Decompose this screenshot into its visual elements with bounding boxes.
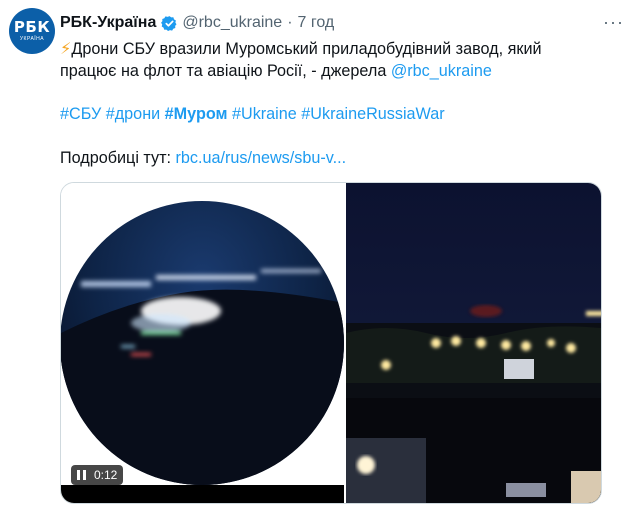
night-photo-image [346, 183, 601, 503]
mention-link[interactable]: @rbc_ukraine [391, 62, 492, 80]
tweet-header: РБК-Україна @rbc_ukraine · 7 год [60, 12, 334, 34]
user-handle[interactable]: @rbc_ukraine [182, 14, 282, 32]
hashtag-sbu[interactable]: #СБУ [60, 105, 101, 123]
hashtag-drony[interactable]: #дрони [106, 105, 160, 123]
details-line: Подробиці тут: rbc.ua/rus/news/sbu-v... [60, 147, 630, 170]
lightning-icon: ⚡ [60, 39, 72, 58]
hashtags: #СБУ #дрони #Муром #Ukraine #UkraineRuss… [60, 103, 630, 126]
hashtag-ukraine[interactable]: #Ukraine [232, 105, 297, 123]
tweet-text-part-1: Дрони СБУ вразили Муромський приладобуді… [71, 40, 542, 58]
video-time: 0:12 [94, 468, 118, 482]
display-name[interactable]: РБК-Україна [60, 14, 156, 32]
avatar-logo-text: РБК [13, 18, 51, 36]
tweet-text-line-1: ⚡Дрони СБУ вразили Муромський приладобуд… [60, 37, 630, 61]
details-label: Подробиці тут: [60, 149, 176, 167]
tweet-text-line-2: працює на флот та авіацію Росії, - джере… [60, 60, 630, 83]
hashtag-ukraine-russia-war[interactable]: #UkraineRussiaWar [301, 105, 444, 123]
header-separator: · [287, 14, 293, 31]
media-grid: 0:12 [60, 182, 602, 504]
more-options-icon[interactable]: ··· [603, 13, 624, 31]
tweet-timestamp[interactable]: 7 год [298, 14, 335, 32]
video-thumbnail[interactable]: 0:12 [61, 183, 344, 503]
avatar-logo-subtext: УКРАЇНА [19, 36, 45, 42]
video-bottom-strip [61, 485, 344, 503]
avatar[interactable]: РБК УКРАЇНА [9, 8, 55, 54]
video-controls[interactable]: 0:12 [71, 465, 124, 485]
photo-thumbnail[interactable] [346, 183, 601, 503]
tweet-text-part-2: працює на флот та авіацію Росії, - джере… [60, 62, 391, 80]
hashtag-murom[interactable]: #Муром [165, 105, 228, 123]
video-frame-image [61, 201, 344, 485]
details-link[interactable]: rbc.ua/rus/news/sbu-v... [176, 149, 347, 167]
verified-badge-icon [161, 15, 177, 31]
pause-icon[interactable] [77, 470, 86, 480]
